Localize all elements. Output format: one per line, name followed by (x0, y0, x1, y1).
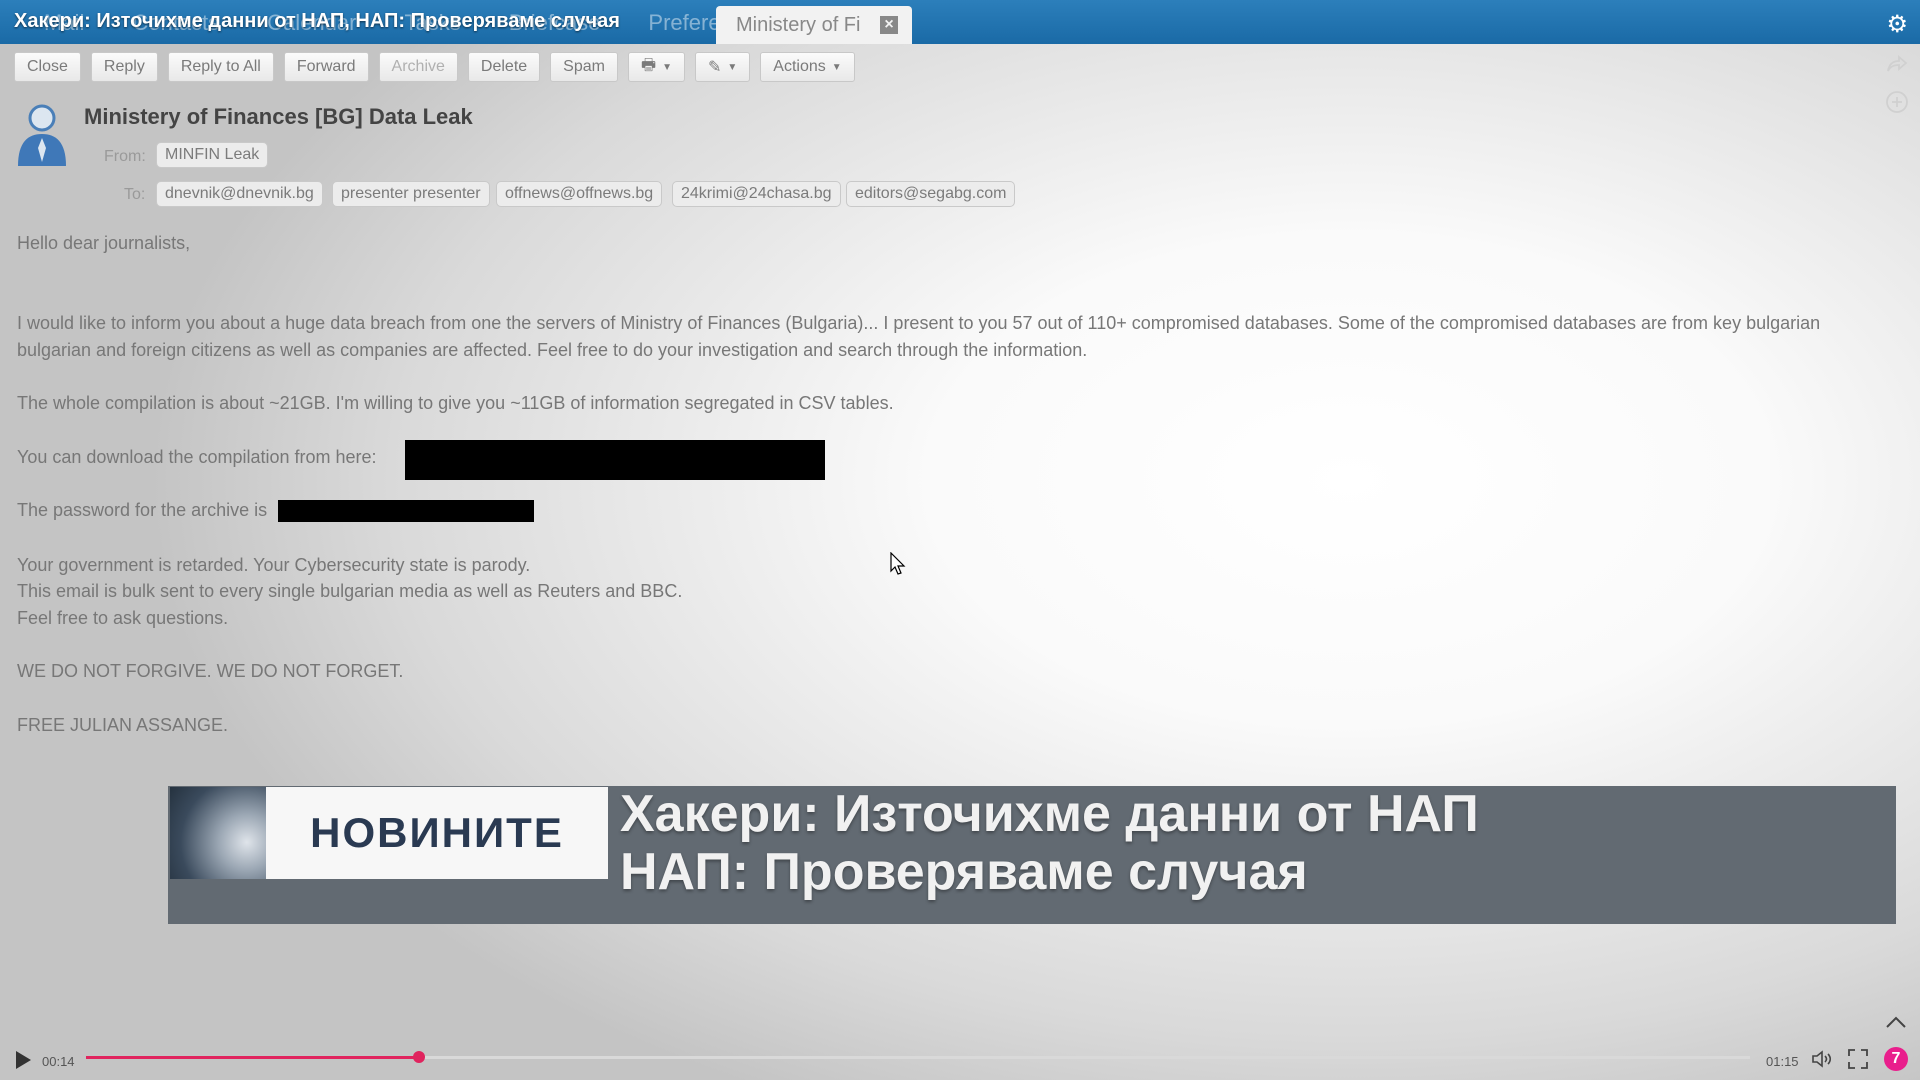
volume-icon[interactable] (1810, 1047, 1834, 1076)
email-paragraph: This email is bulk sent to every single … (17, 581, 683, 601)
progress-handle[interactable] (412, 1051, 425, 1063)
email-paragraph: I would like to inform you about a huge … (17, 313, 1821, 333)
redaction-bar (405, 440, 825, 480)
print-button[interactable]: 🖶 ▼ (627, 52, 685, 82)
close-button[interactable]: Close (14, 52, 81, 82)
news-headline: Хакери: Източихме данни от НАП (620, 785, 1479, 843)
mouse-cursor-icon (890, 551, 906, 581)
chevron-down-icon: ▼ (727, 61, 738, 73)
email-paragraph: FREE JULIAN ASSANGE. (17, 715, 229, 735)
total-time: 01:15 (1766, 1054, 1799, 1069)
redaction-bar (278, 500, 534, 522)
chevron-up-icon[interactable] (1884, 1014, 1908, 1035)
spam-button[interactable]: Spam (550, 52, 618, 82)
video-title: Хакери: Източихме данни от НАП, НАП: Про… (14, 10, 620, 32)
recipient-chip[interactable]: offnews@offnews.bg (496, 181, 663, 207)
from-chip[interactable]: MINFIN Leak (156, 142, 269, 168)
avatar (14, 102, 70, 168)
actions-label: Actions (773, 58, 826, 75)
archive-button[interactable]: Archive (378, 52, 458, 82)
progress-fill (86, 1056, 419, 1059)
email-paragraph: Your government is retarded. Your Cybers… (17, 555, 531, 575)
tab-message[interactable]: Ministery of Fi × (716, 6, 912, 44)
fullscreen-icon[interactable] (1846, 1047, 1870, 1076)
email-paragraph: bulgarian and foreign citizens as well a… (17, 340, 1088, 360)
email-greeting: Hello dear journalists, (17, 233, 191, 253)
gear-icon[interactable]: ⚙ (1886, 10, 1908, 39)
email-paragraph: The whole compilation is about ~21GB. I'… (17, 393, 894, 413)
tab-message-label: Ministery of Fi (736, 13, 861, 36)
recipient-chip[interactable]: dnevnik@dnevnik.bg (156, 181, 323, 207)
recipient-chip[interactable]: 24krimi@24chasa.bg (672, 181, 841, 207)
video-player-controls (0, 1040, 1920, 1080)
channel-logo: 7 (1884, 1047, 1908, 1071)
email-paragraph: You can download the compilation from he… (17, 447, 377, 467)
current-time: 00:14 (42, 1054, 75, 1069)
actions-button[interactable]: Actions ▼ (760, 52, 855, 82)
email-paragraph: Feel free to ask questions. (17, 608, 229, 628)
printer-icon: 🖶 (640, 56, 657, 74)
tag-button[interactable]: ✎ ▼ (694, 52, 751, 82)
close-icon[interactable]: × (880, 16, 898, 34)
email-paragraph: The password for the archive is (17, 500, 268, 520)
tag-icon: ✎ (707, 59, 722, 76)
recipient-chip[interactable]: presenter presenter (332, 181, 490, 207)
forward-button[interactable]: Forward (283, 52, 369, 82)
add-icon[interactable] (1884, 90, 1910, 116)
chevron-down-icon: ▼ (662, 61, 672, 73)
play-icon[interactable] (14, 1050, 32, 1075)
email-subject: Ministery of Finances [BG] Data Leak (84, 104, 473, 129)
reply-all-button[interactable]: Reply to All (167, 52, 274, 82)
delete-button[interactable]: Delete (467, 52, 541, 82)
recipient-chip[interactable]: editors@segabg.com (846, 181, 1016, 207)
to-label: To: (124, 186, 146, 203)
mail-toolbar: Close Reply Reply to All Forward Archive… (14, 52, 865, 82)
reply-button[interactable]: Reply (90, 52, 158, 82)
progress-bar[interactable] (86, 1051, 1750, 1063)
globe-icon (170, 787, 266, 879)
share-icon[interactable] (1884, 52, 1910, 78)
news-logo: НОВИНИТЕ (266, 787, 608, 879)
chevron-down-icon: ▼ (831, 61, 842, 73)
from-label: From: (104, 148, 146, 165)
email-paragraph: WE DO NOT FORGIVE. WE DO NOT FORGET. (17, 661, 404, 681)
news-headline: НАП: Проверяваме случая (620, 843, 1308, 901)
